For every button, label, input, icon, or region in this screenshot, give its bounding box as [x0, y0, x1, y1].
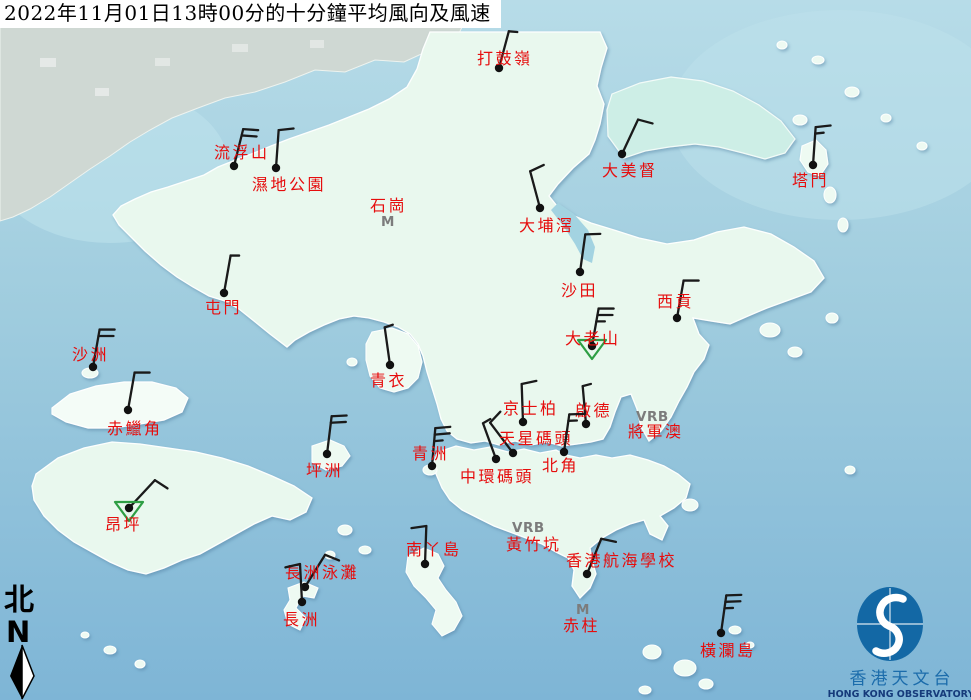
wind-barb-full [332, 415, 347, 416]
station-label: 坪洲 [306, 461, 343, 480]
station-label: 中環碼頭 [460, 467, 534, 486]
station-dot [125, 504, 133, 512]
station-label: 黃竹坑 [506, 535, 562, 554]
station-label: 京士柏 [503, 399, 559, 418]
station-dot [618, 150, 626, 158]
wind-barb-full [435, 427, 450, 428]
station-label: 天星碼頭 [499, 429, 573, 448]
wind-barb-full [242, 135, 257, 136]
station-dot [230, 162, 238, 170]
station-label: 青衣 [370, 371, 407, 390]
station-label: 濕地公園 [252, 175, 326, 194]
station-label: 大美督 [602, 161, 658, 180]
station-dot [298, 598, 306, 606]
wind-barb-full [569, 414, 584, 415]
station-dot [386, 361, 394, 369]
station-label: 將軍澳 [628, 422, 684, 441]
station-label: 青洲 [412, 444, 449, 463]
wind-barb-full [585, 234, 600, 235]
station-label: 赤鱲角 [107, 419, 163, 438]
wind-barb-full [243, 129, 258, 130]
station-label: 昂坪 [105, 515, 142, 534]
station-dot [492, 455, 500, 463]
station-label: 流浮山 [214, 143, 270, 162]
station-dot [583, 570, 591, 578]
station-dot [509, 449, 517, 457]
wind-barb-full [725, 601, 740, 602]
station-dot [89, 363, 97, 371]
wind-barb-half [815, 133, 823, 134]
north-label-cn: 北 [4, 583, 34, 618]
hko-logo-icon [857, 587, 923, 661]
station-dot [323, 450, 331, 458]
station-dot [220, 289, 228, 297]
station-label: 啟德 [575, 401, 612, 420]
station-label: 大埔滘 [519, 216, 575, 235]
station-label: 塔門 [792, 171, 829, 190]
map-background: 打鼓嶺流浮山濕地公園 M石崗 大美督塔門大埔滘沙田西貢大老山沙洲 屯門赤鱲角 青衣坪洲 京… [0, 0, 971, 700]
station-label: 赤柱 [563, 616, 600, 635]
station-dot [428, 462, 436, 470]
map-title: 2022年11月01日13時00分的十分鐘平均風向及風速 [0, 0, 501, 28]
station-label: 屯門 [205, 298, 242, 317]
station-dot [582, 420, 590, 428]
station-label: 西貢 [657, 292, 694, 311]
data-mark: VRB [512, 520, 545, 536]
station-dot [809, 161, 817, 169]
station-dot [576, 268, 584, 276]
station-dot [560, 448, 568, 456]
station-dot [519, 418, 527, 426]
wind-barb-full [331, 422, 346, 423]
station-label: 沙洲 [72, 345, 109, 364]
wind-barb-full [435, 433, 450, 434]
station-label: 石崗 [370, 196, 407, 215]
station-label: 打鼓嶺 [477, 49, 533, 68]
wind-barb-half [509, 31, 517, 32]
station-dot [717, 629, 725, 637]
station-dot [536, 204, 544, 212]
data-mark: M [381, 214, 395, 230]
wind-barb-full [816, 126, 831, 128]
station-label: 南丫島 [406, 540, 462, 559]
hko-name-english: HONG KONG OBSERVATORY [828, 689, 971, 700]
station-dot [421, 560, 429, 568]
wind-barb-full [279, 129, 294, 131]
north-label-en: N [6, 615, 30, 649]
station-dot [272, 164, 280, 172]
station-dot [673, 314, 681, 322]
station-label: 香港航海學校 [566, 551, 677, 570]
station-label: 北角 [542, 456, 579, 475]
wind-map: 打鼓嶺流浮山濕地公園 M石崗 大美督塔門大埔滘沙田西貢大老山沙洲 屯門赤鱲角 青衣坪洲 京… [0, 0, 971, 700]
station-label: 大老山 [565, 329, 621, 348]
station-label: 橫瀾島 [700, 641, 756, 660]
wind-barb-full [726, 595, 741, 596]
wind-barb-half [434, 440, 442, 441]
station-label: 沙田 [561, 281, 598, 300]
station-label: 長洲 [283, 610, 320, 629]
station-dot [124, 406, 132, 414]
hko-name-chinese: 香港天文台 [850, 669, 955, 689]
